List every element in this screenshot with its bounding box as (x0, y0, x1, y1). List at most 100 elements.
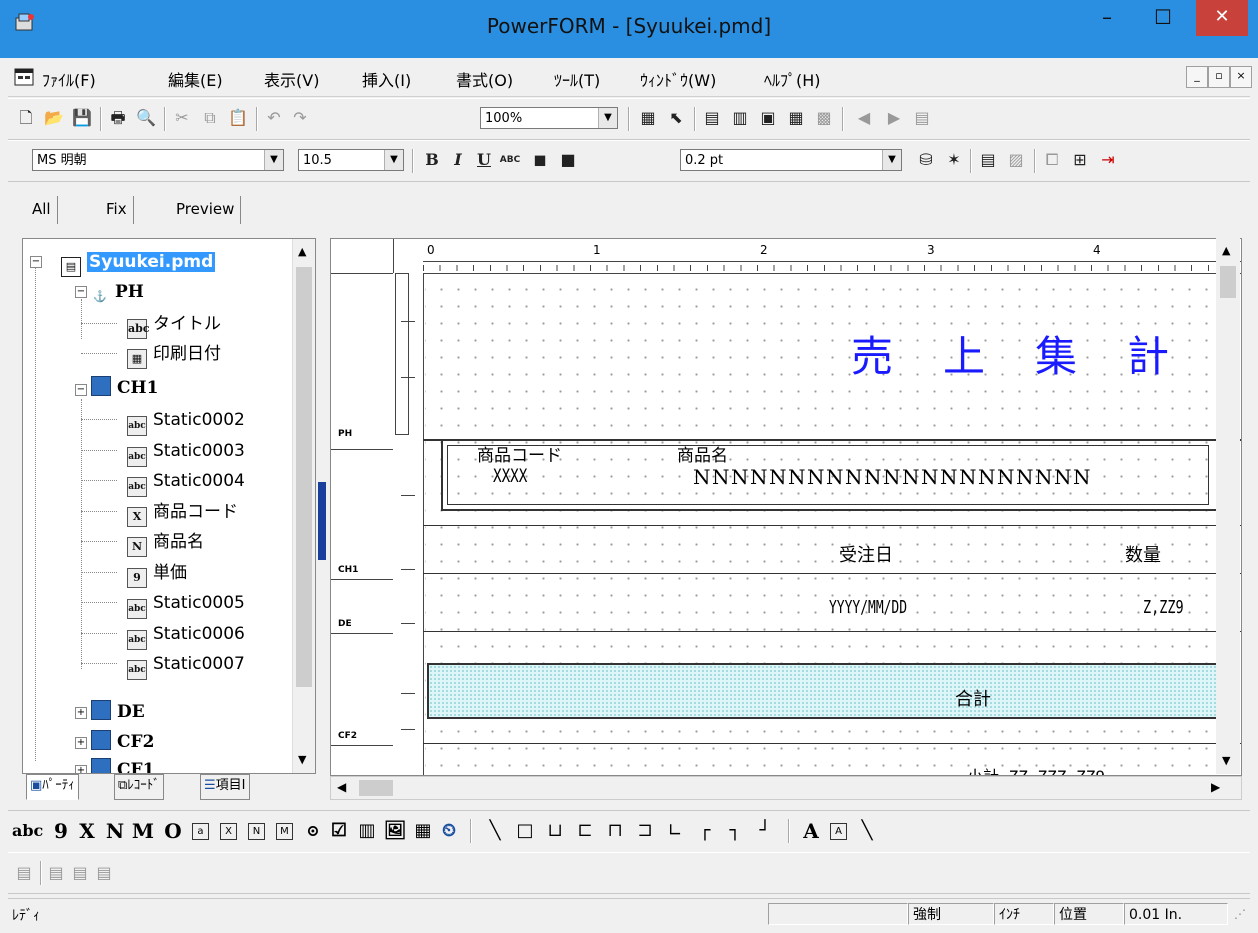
qty-field[interactable]: Z,ZZ9 (1143, 597, 1184, 618)
menu-view[interactable]: 表示(V) (264, 67, 319, 91)
diag-line-icon[interactable]: ╲ (854, 819, 880, 843)
text-box-icon[interactable]: a (192, 823, 209, 840)
scroll-thumb[interactable] (359, 780, 393, 796)
frame-bottom-icon[interactable]: ⊔ (542, 819, 568, 843)
frame-left-icon[interactable]: ⊏ (572, 819, 598, 843)
zoom-combo[interactable]: 100% ▼ (480, 107, 618, 129)
corner-tl-icon[interactable]: ┌ (692, 819, 718, 843)
menu-tools[interactable]: ﾂｰﾙ(T) (554, 67, 600, 91)
code-field[interactable]: XXXX (493, 465, 527, 487)
tree-root[interactable]: ▤ Syuukei.pmd (61, 247, 216, 277)
date-header[interactable]: 受注日 (839, 541, 893, 567)
mdi-close-button[interactable]: × (1230, 66, 1252, 88)
last-page-icon[interactable]: ▤ (910, 106, 934, 130)
col-name-header[interactable]: 商品名 (677, 441, 728, 466)
mdi-minimize-button[interactable]: _ (1186, 66, 1208, 88)
chevron-down-icon[interactable]: ▼ (384, 150, 403, 170)
total-label[interactable]: 合計 (955, 685, 991, 711)
tree-item[interactable]: abc Static0005 (127, 588, 245, 619)
chevron-down-icon[interactable]: ▼ (264, 150, 283, 170)
italic-button[interactable]: I (446, 148, 470, 172)
mdi-restore-button[interactable]: ▫ (1208, 66, 1230, 88)
design-canvas[interactable]: PH CH1 DE CF2 0 1 2 3 4 売 上 集 計 商品コード 商品… (330, 238, 1242, 776)
tree-node-cf1[interactable]: CF1 (91, 755, 154, 773)
corner-tr-icon[interactable]: ┐ (722, 819, 748, 843)
database-icon[interactable]: ⛁ (914, 148, 938, 172)
tree-item[interactable]: abc Static0006 (127, 619, 245, 650)
cut-icon[interactable]: ✂ (170, 106, 194, 130)
clock-icon[interactable]: ⏲ (436, 819, 462, 843)
x-box-icon[interactable]: X (220, 823, 237, 840)
strike-button[interactable]: ABC (498, 148, 522, 172)
group-icon[interactable]: ⧠ (1040, 148, 1064, 172)
tab-preview[interactable]: Preview (170, 196, 242, 224)
label-tool[interactable]: A (798, 819, 824, 843)
scroll-up-icon[interactable]: ▲ (1222, 244, 1230, 257)
expand-de[interactable]: + (75, 707, 87, 719)
table-icon[interactable]: ▦ (784, 106, 808, 130)
tab-items[interactable]: ☰項目I (200, 774, 250, 800)
subtotal-row[interactable]: 小計 ZZ,ZZZ,ZZ9 (967, 763, 1105, 775)
chevron-down-icon[interactable]: ▼ (598, 108, 617, 128)
frame-top-icon[interactable]: ⊓ (602, 819, 628, 843)
font-size-combo[interactable]: 10.5 ▼ (298, 149, 404, 171)
save-icon[interactable]: 💾 (70, 106, 94, 130)
text-object-tool[interactable]: abc (12, 819, 43, 843)
tree-node-de[interactable]: DE (91, 697, 145, 727)
n-box-icon[interactable]: N (248, 823, 265, 840)
report-icon[interactable]: ▤ (700, 106, 724, 130)
copy-icon[interactable]: ⧉ (198, 106, 222, 130)
date-field[interactable]: YYYY/MM/DD (829, 597, 907, 618)
textbox-tool-icon[interactable]: A (830, 823, 847, 840)
select-tool-icon[interactable]: ⬉ (664, 106, 688, 130)
collapse-ph[interactable]: − (75, 286, 87, 298)
close-button[interactable]: ✕ (1196, 0, 1248, 36)
paste-icon[interactable]: 📋 (226, 106, 250, 130)
expand-cf1[interactable]: + (75, 765, 87, 773)
report-title[interactable]: 売 上 集 計 (851, 323, 1173, 384)
next-icon[interactable]: ▶ (882, 106, 906, 130)
splitter-handle[interactable] (318, 482, 326, 560)
tree-item[interactable]: X 商品コード (127, 497, 238, 527)
tab-party[interactable]: ▣ﾊﾟｰﾃｨ (26, 774, 79, 800)
tab-fix[interactable]: Fix (100, 196, 134, 224)
section-icon-1[interactable]: ▤ (12, 861, 36, 885)
prev-icon[interactable]: ◀ (852, 106, 876, 130)
menu-format[interactable]: 書式(O) (456, 67, 513, 91)
underline-button[interactable]: U (472, 148, 496, 172)
shadow-icon[interactable]: ■ (556, 148, 580, 172)
total-box[interactable] (427, 663, 1227, 719)
tab-all[interactable]: All (26, 196, 58, 224)
bold-button[interactable]: B (420, 148, 444, 172)
tree-node-ph[interactable]: ⚓ PH (91, 277, 144, 307)
parts-tree[interactable]: − ▤ Syuukei.pmd − ⚓ PH abc タイトル ▦ 印刷日付 − CH1… (22, 238, 316, 774)
field-icon[interactable]: ⊞ (1068, 148, 1092, 172)
scroll-down-icon[interactable]: ▼ (298, 753, 306, 766)
design-hscrollbar[interactable]: ◀ ▶ (330, 776, 1242, 800)
chevron-down-icon[interactable]: ▼ (882, 150, 901, 170)
tree-node-cf2[interactable]: CF2 (91, 727, 154, 757)
tree-item[interactable]: abc タイトル (127, 309, 221, 339)
x-field-tool[interactable]: X (74, 819, 100, 843)
qty-header[interactable]: 数量 (1125, 541, 1161, 567)
scroll-left-icon[interactable]: ◀ (337, 780, 346, 794)
checkbox-icon[interactable]: ☑ (326, 819, 352, 843)
tree-item[interactable]: abc Static0004 (127, 466, 245, 497)
expand-cf2[interactable]: + (75, 737, 87, 749)
section-icon-2[interactable]: ▤ (44, 861, 68, 885)
n-field-tool[interactable]: N (102, 819, 128, 843)
menu-file[interactable]: ﾌｧｲﾙ(F) (42, 67, 96, 91)
menu-insert[interactable]: 挿入(I) (362, 67, 411, 91)
design-vscrollbar[interactable]: ▲ ▼ (1216, 238, 1240, 774)
tree-item[interactable]: abc Static0002 (127, 405, 245, 436)
menu-help[interactable]: ﾍﾙﾌﾟ(H) (764, 67, 821, 91)
maximize-button[interactable]: ☐ (1140, 0, 1186, 36)
tree-item[interactable]: abc Static0007 (127, 649, 245, 680)
new-file-icon[interactable]: 🗋 (14, 106, 38, 130)
open-folder-icon[interactable]: 📂 (42, 106, 66, 130)
tree-node-ch1[interactable]: CH1 (91, 373, 158, 403)
page-icon[interactable]: ▣ (756, 106, 780, 130)
delete-field-icon[interactable]: ⇥ (1096, 148, 1120, 172)
wand-icon[interactable]: ✶ (942, 148, 966, 172)
tree-item[interactable]: N 商品名 (127, 527, 204, 557)
